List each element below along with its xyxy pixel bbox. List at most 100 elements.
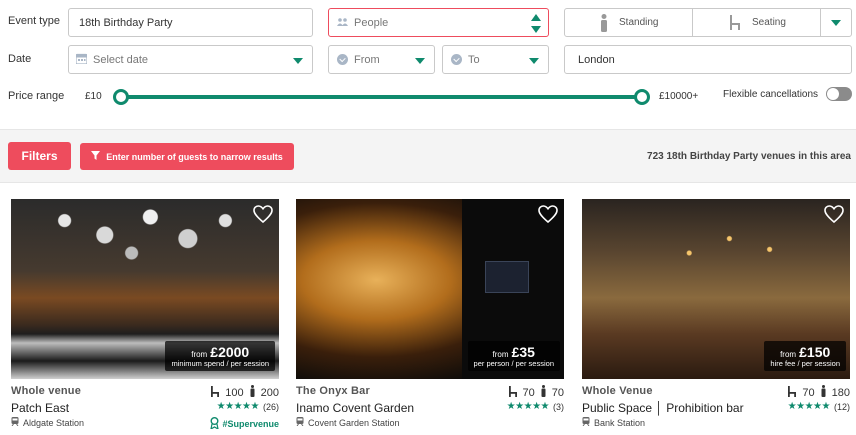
favorite-heart-icon[interactable] [824,205,844,226]
price-amount: £35 [511,344,535,360]
venue-card[interactable]: from £2000 minimum spend / per session W… [11,199,279,431]
price-min-handle[interactable] [113,89,129,105]
price-range-label: Price range [8,90,65,102]
favorite-heart-icon[interactable] [253,205,273,226]
price-max-handle[interactable] [634,89,650,105]
flexible-cancellations-label: Flexible cancellations [723,89,819,100]
results-count: 723 18th Birthday Party venues in this a… [647,151,851,162]
seated-capacity: 70 [522,386,535,399]
to-time-select[interactable]: To [442,45,549,74]
people-placeholder: People [354,16,389,29]
seating-label: Seating [752,17,786,28]
standing-person-icon [250,385,255,400]
price-amount: £2000 [210,344,250,360]
review-count: (3) [553,401,564,412]
standing-person-icon [541,385,546,400]
price-badge: from £150 hire fee / per session [764,341,846,371]
seated-chair-icon [788,385,797,400]
flexible-cancellations-toggle[interactable] [826,87,852,101]
from-placeholder: From [354,53,380,66]
station: Covent Garden Station [296,417,400,428]
station: Bank Station [582,417,645,428]
standing-capacity: 70 [551,386,564,399]
venue-photo[interactable]: from £2000 minimum spend / per session [11,199,279,379]
guests-notice-text: Enter number of guests to narrow results [106,151,283,162]
venue-space-type: The Onyx Bar [296,385,370,397]
standing-capacity: 180 [831,386,850,399]
price-amount: £150 [799,344,831,360]
supervenue-badge[interactable]: #Supervenue [210,417,279,431]
standing-person-icon [600,14,608,35]
venue-name[interactable]: Public Space │ Prohibition bar [582,401,744,415]
price-from: from [191,350,208,359]
seated-chair-icon [508,385,517,400]
supervenue-label: #Supervenue [222,419,279,429]
seated-chair-icon [211,385,220,400]
venue-name[interactable]: Inamo Covent Garden [296,401,414,415]
rating: ★★★★★ (12) [788,401,850,412]
event-type-value: 18th Birthday Party [79,16,173,29]
chevron-down-icon [831,20,841,26]
station-name: Bank Station [594,417,646,428]
rating-stars: ★★★★★ [216,401,260,412]
clock-icon [337,54,348,65]
seating-toggle[interactable]: Seating [692,8,821,37]
rating: ★★★★★ (3) [507,401,564,412]
venue-photo[interactable]: from £150 hire fee / per session [582,199,850,379]
capacity: 100 200 [211,385,279,400]
to-placeholder: To [468,53,480,66]
people-icon [337,17,348,29]
people-stepper-icon[interactable] [531,14,541,36]
location-input[interactable]: London [564,45,852,74]
price-from: from [492,350,509,359]
event-type-label: Event type [8,15,60,27]
venue-space-type: Whole Venue [582,385,653,397]
rating-stars: ★★★★★ [787,401,831,412]
price-note: hire fee / per session [770,359,840,368]
standing-toggle[interactable]: Standing [564,8,693,37]
station: Aldgate Station [11,417,84,428]
clock-icon [451,54,462,65]
capacity: 70 70 [508,385,564,400]
filters-button[interactable]: Filters [8,142,71,170]
seated-capacity: 70 [802,386,815,399]
price-slider-track[interactable] [120,95,642,99]
from-time-select[interactable]: From [328,45,435,74]
price-max-label: £10000+ [659,91,699,102]
date-picker[interactable]: Select date [68,45,313,74]
date-label: Date [8,53,32,65]
station-name: Covent Garden Station [308,417,400,428]
station-name: Aldgate Station [23,417,85,428]
location-value: London [578,53,615,66]
train-icon [11,417,19,428]
train-icon [296,417,304,428]
funnel-icon [91,151,101,162]
capacity: 70 180 [788,385,850,400]
price-from: from [780,350,797,359]
price-badge: from £35 per person / per session [467,341,560,371]
wall-screen [485,261,529,293]
date-placeholder: Select date [93,53,149,66]
favorite-heart-icon[interactable] [538,205,558,226]
venue-space-type: Whole venue [11,385,82,397]
people-input[interactable]: People [328,8,549,37]
rating: ★★★★★ (26) [217,401,279,412]
standing-person-icon [821,385,826,400]
venue-card[interactable]: from £35 per person / per session The On… [296,199,564,428]
event-type-input[interactable]: 18th Birthday Party [68,8,313,37]
train-icon [582,417,590,428]
price-min-label: £10 [85,91,102,102]
seated-capacity: 100 [225,386,244,399]
price-note: minimum spend / per session [171,359,269,368]
award-ribbon-icon [210,417,220,431]
chevron-down-icon [529,58,539,64]
standing-capacity: 200 [260,386,279,399]
guests-notice-button[interactable]: Enter number of guests to narrow results [80,143,294,170]
venue-card[interactable]: from £150 hire fee / per session Whole V… [582,199,850,428]
standing-label: Standing [619,17,659,28]
calendar-icon [75,53,88,67]
capacity-type-dropdown[interactable] [820,8,852,37]
review-count: (26) [262,401,279,412]
venue-name[interactable]: Patch East [11,401,69,415]
venue-photo[interactable]: from £35 per person / per session [296,199,564,379]
